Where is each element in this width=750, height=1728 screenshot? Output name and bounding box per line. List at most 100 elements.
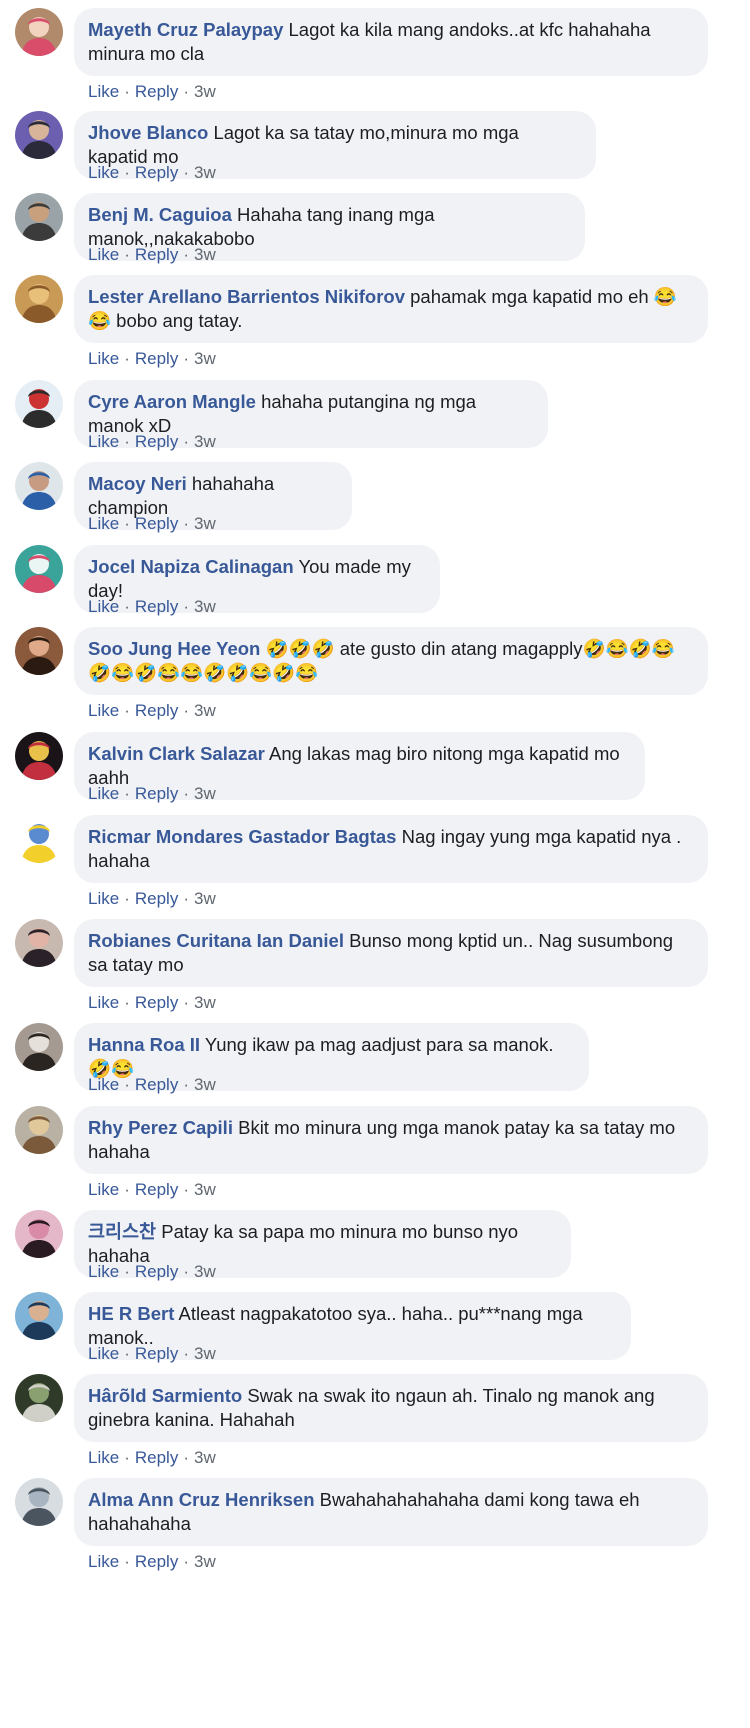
comment-author[interactable]: Mayeth Cruz Palaypay [88,19,283,40]
like-link[interactable]: Like [88,784,119,803]
avatar[interactable] [15,1292,63,1340]
avatar[interactable] [15,1210,63,1258]
avatar-image [15,732,63,780]
avatar[interactable] [15,732,63,780]
reply-link[interactable]: Reply [135,1180,178,1199]
comment-timestamp[interactable]: 3w [194,993,216,1012]
avatar[interactable] [15,1106,63,1154]
reply-link[interactable]: Reply [135,349,178,368]
like-link[interactable]: Like [88,432,119,451]
comment-timestamp[interactable]: 3w [194,163,216,182]
comment-author[interactable]: Jhove Blanco [88,122,208,143]
comment-timestamp[interactable]: 3w [194,514,216,533]
comment-timestamp[interactable]: 3w [194,245,216,264]
comment-author[interactable]: Alma Ann Cruz Henriksen [88,1489,315,1510]
comment-timestamp[interactable]: 3w [194,597,216,616]
separator-dot: · [183,349,189,368]
avatar[interactable] [15,1478,63,1526]
avatar[interactable] [15,8,63,56]
reply-link[interactable]: Reply [135,163,178,182]
reply-link[interactable]: Reply [135,597,178,616]
reply-link[interactable]: Reply [135,82,178,101]
avatar-image [15,111,63,159]
like-link[interactable]: Like [88,889,119,908]
avatar[interactable] [15,111,63,159]
avatar[interactable] [15,193,63,241]
avatar[interactable] [15,545,63,593]
comment-timestamp[interactable]: 3w [194,1552,216,1571]
comment-author[interactable]: Lester Arellano Barrientos Nikiforov [88,286,405,307]
comment-author[interactable]: Rhy Perez Capili [88,1117,233,1138]
avatar[interactable] [15,1023,63,1071]
reply-link[interactable]: Reply [135,1262,178,1281]
comment-timestamp[interactable]: 3w [194,784,216,803]
separator-dot: · [183,889,189,908]
like-link[interactable]: Like [88,1448,119,1467]
comment-actions: Like · Reply · 3w [88,784,216,804]
reply-link[interactable]: Reply [135,784,178,803]
comment-author[interactable]: Hârõld Sarmiento [88,1385,242,1406]
like-link[interactable]: Like [88,1552,119,1571]
reply-link[interactable]: Reply [135,1344,178,1363]
avatar[interactable] [15,462,63,510]
avatar[interactable] [15,275,63,323]
separator-dot: · [124,993,130,1012]
like-link[interactable]: Like [88,1344,119,1363]
comment-bubble: Mayeth Cruz Palaypay Lagot ka kila mang … [74,8,708,76]
separator-dot: · [124,784,130,803]
like-link[interactable]: Like [88,349,119,368]
like-link[interactable]: Like [88,82,119,101]
comment-author[interactable]: Jocel Napiza Calinagan [88,556,294,577]
avatar-image [15,627,63,675]
avatar-image [15,545,63,593]
comment-author[interactable]: Soo Jung Hee Yeon [88,638,260,659]
like-link[interactable]: Like [88,993,119,1012]
separator-dot: · [124,1448,130,1467]
like-link[interactable]: Like [88,163,119,182]
reply-link[interactable]: Reply [135,701,178,720]
comment-author[interactable]: Ricmar Mondares Gastador Bagtas [88,826,396,847]
avatar[interactable] [15,815,63,863]
comment-bubble: Rhy Perez Capili Bkit mo minura ung mga … [74,1106,708,1174]
comment-author[interactable]: Hanna Roa II [88,1034,200,1055]
comment-timestamp[interactable]: 3w [194,432,216,451]
reply-link[interactable]: Reply [135,993,178,1012]
avatar[interactable] [15,380,63,428]
comment-timestamp[interactable]: 3w [194,1180,216,1199]
reply-link[interactable]: Reply [135,1448,178,1467]
avatar[interactable] [15,919,63,967]
reply-link[interactable]: Reply [135,1552,178,1571]
reply-link[interactable]: Reply [135,1075,178,1094]
comment-timestamp[interactable]: 3w [194,1075,216,1094]
like-link[interactable]: Like [88,701,119,720]
like-link[interactable]: Like [88,1180,119,1199]
comment-author[interactable]: Kalvin Clark Salazar [88,743,265,764]
comment-actions: Like · Reply · 3w [88,514,216,534]
comment-timestamp[interactable]: 3w [194,1262,216,1281]
comment-timestamp[interactable]: 3w [194,82,216,101]
like-link[interactable]: Like [88,597,119,616]
comment-author[interactable]: Robianes Curitana Ian Daniel [88,930,344,951]
comment-timestamp[interactable]: 3w [194,1448,216,1467]
comment-timestamp[interactable]: 3w [194,889,216,908]
comment-timestamp[interactable]: 3w [194,701,216,720]
comment-timestamp[interactable]: 3w [194,349,216,368]
comment-author[interactable]: Macoy Neri [88,473,187,494]
separator-dot: · [124,1075,130,1094]
reply-link[interactable]: Reply [135,514,178,533]
like-link[interactable]: Like [88,514,119,533]
comment-author[interactable]: HE R Bert [88,1303,174,1324]
reply-link[interactable]: Reply [135,432,178,451]
reply-link[interactable]: Reply [135,889,178,908]
comment-timestamp[interactable]: 3w [194,1344,216,1363]
avatar[interactable] [15,1374,63,1422]
comment-author[interactable]: Cyre Aaron Mangle [88,391,256,412]
like-link[interactable]: Like [88,1262,119,1281]
comment-author[interactable]: 크리스찬 [88,1221,156,1242]
comment-author[interactable]: Benj M. Caguioa [88,204,232,225]
avatar-image [15,919,63,967]
reply-link[interactable]: Reply [135,245,178,264]
like-link[interactable]: Like [88,245,119,264]
avatar[interactable] [15,627,63,675]
like-link[interactable]: Like [88,1075,119,1094]
